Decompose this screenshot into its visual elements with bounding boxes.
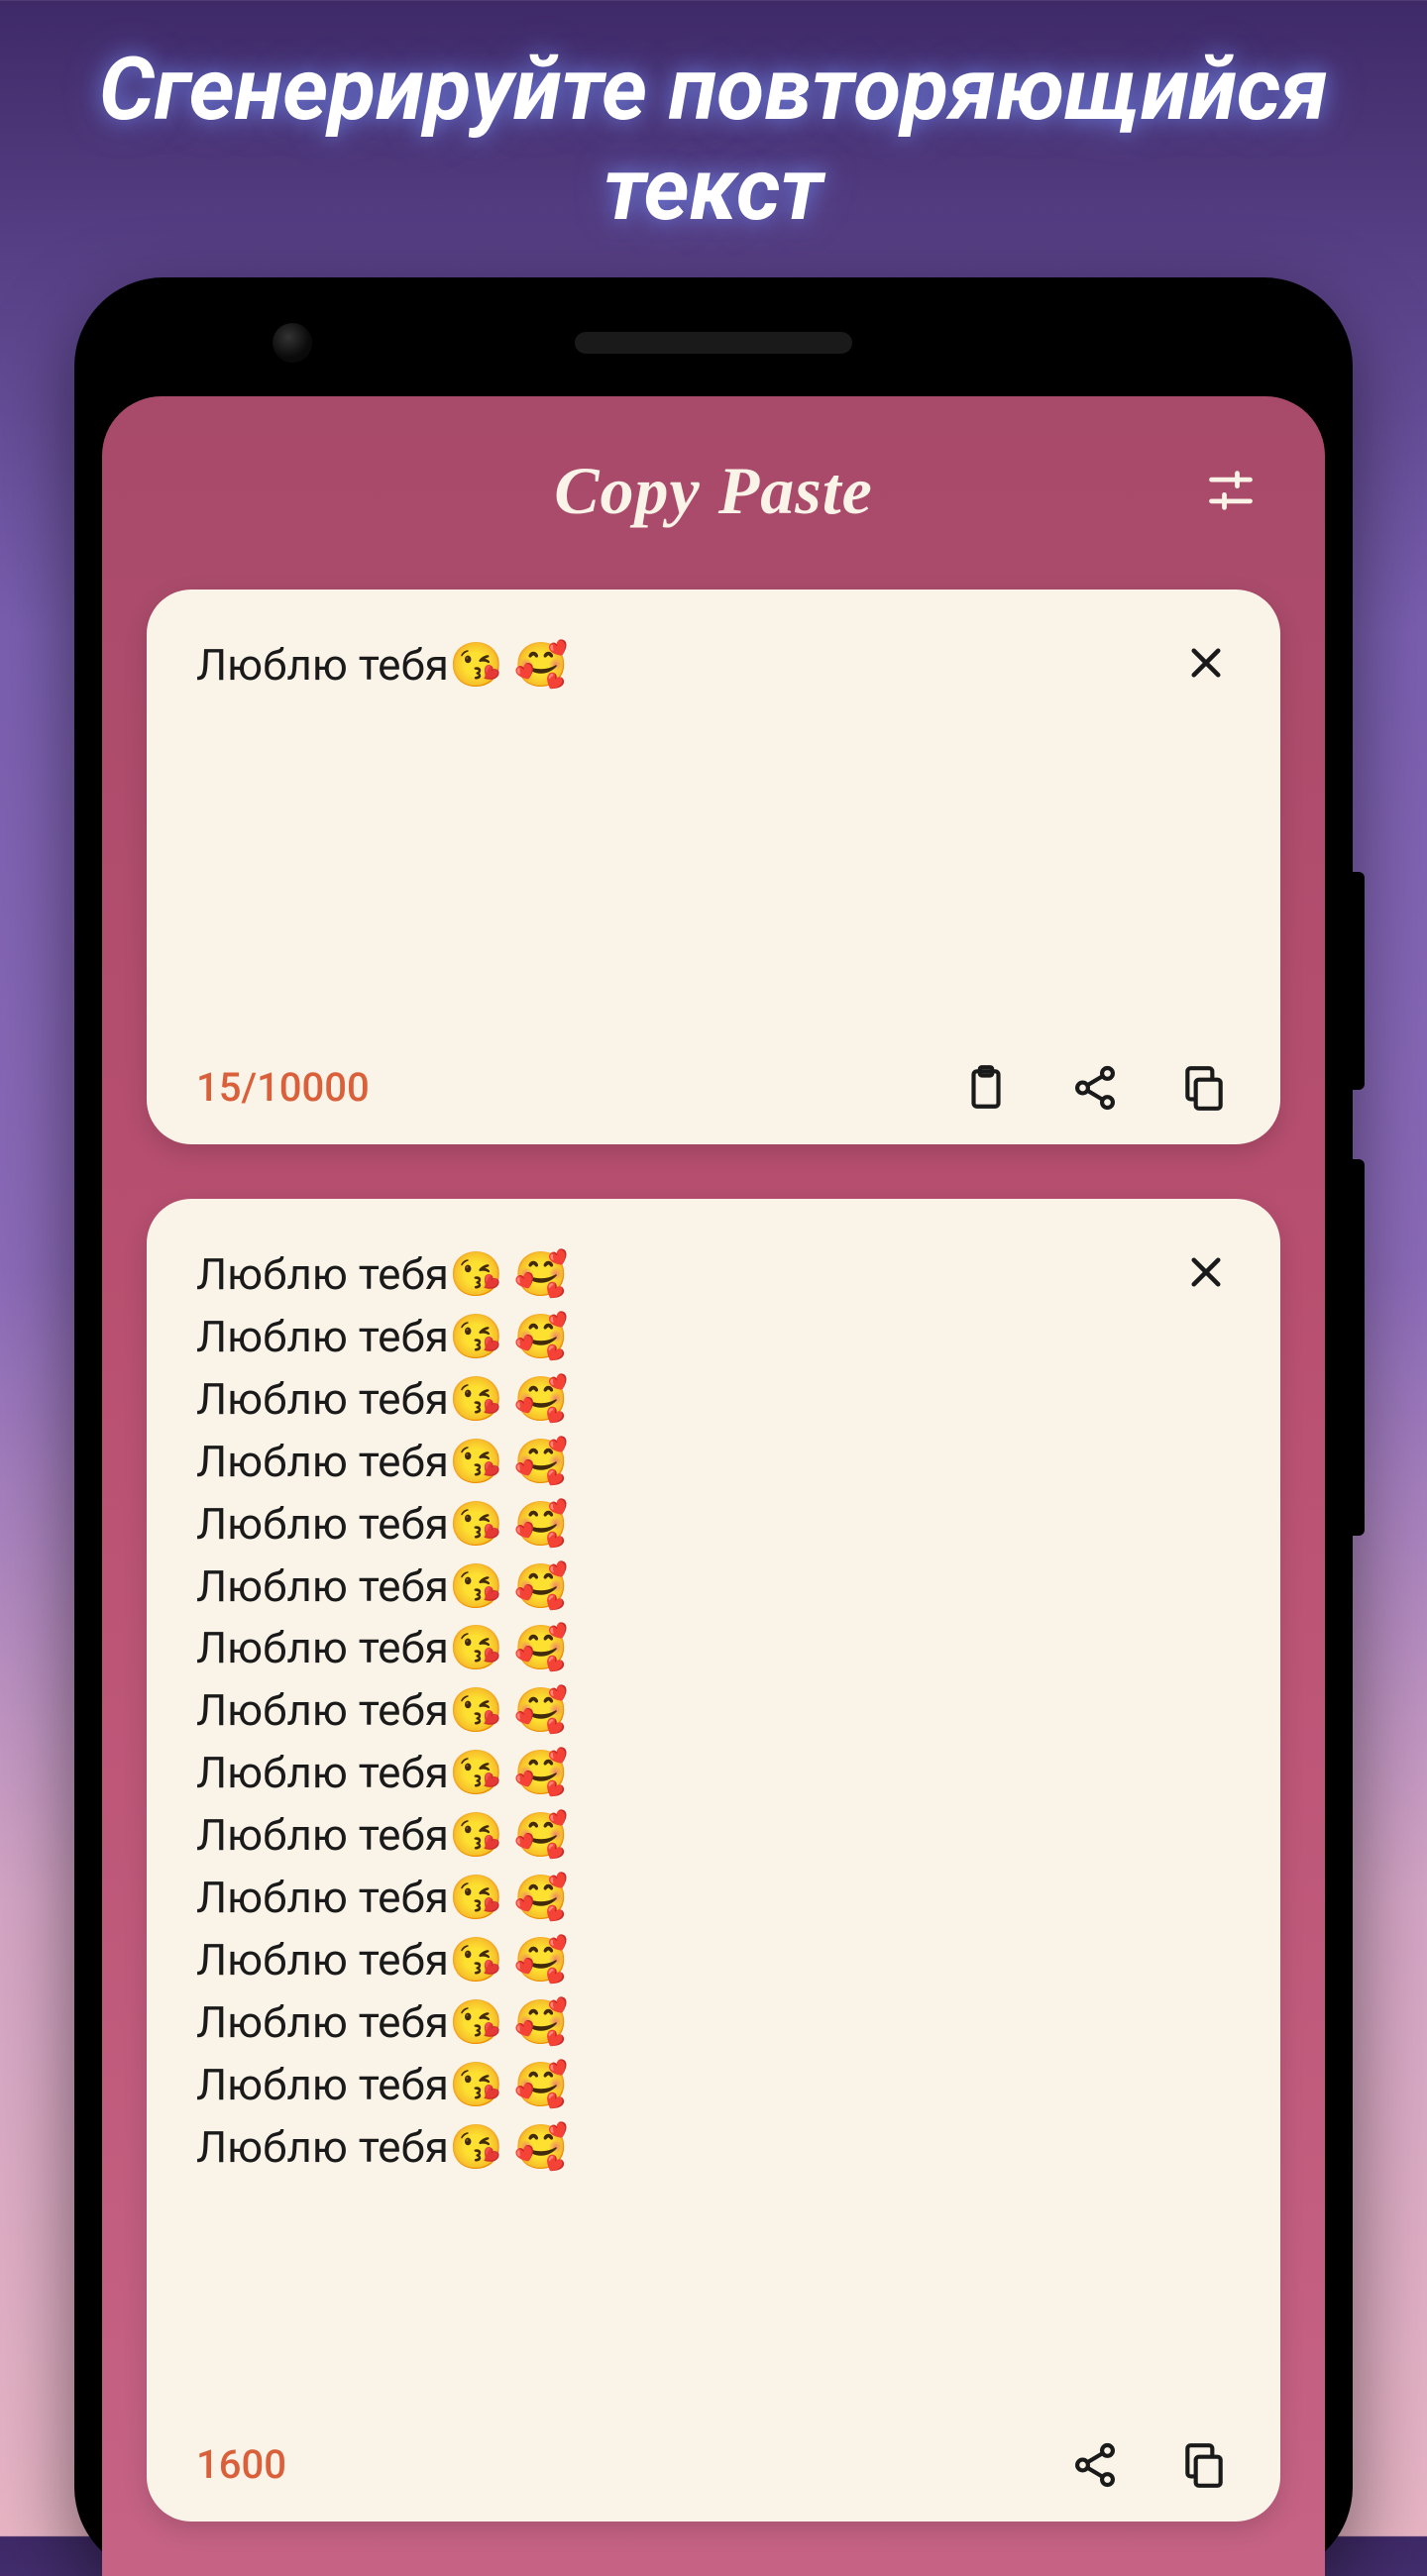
phone-side-button-2 <box>1353 1159 1365 1536</box>
close-icon <box>1185 642 1227 684</box>
sliders-icon <box>1205 465 1257 516</box>
output-line: Люблю тебя😘 🥰 <box>196 1493 1181 1556</box>
phone-speaker <box>575 332 852 354</box>
phone-frame: Copy Paste Люблю тебя😘 🥰 <box>74 277 1353 2576</box>
output-line: Люблю тебя😘 🥰 <box>196 1929 1181 1991</box>
paste-button[interactable] <box>958 1060 1013 1115</box>
app-title: Copy Paste <box>554 452 873 530</box>
clipboard-icon <box>961 1063 1011 1113</box>
promo-headline: Сгенерируйте повторяющийся текст <box>0 0 1427 269</box>
copy-icon <box>1179 1063 1229 1113</box>
output-char-counter: 1600 <box>196 2441 286 2488</box>
input-char-counter: 15/10000 <box>196 1064 370 1111</box>
output-line: Люблю тебя😘 🥰 <box>196 1306 1181 1368</box>
output-line: Люблю тебя😘 🥰 <box>196 1742 1181 1804</box>
output-line: Люблю тебя😘 🥰 <box>196 1243 1181 1306</box>
output-line: Люблю тебя😘 🥰 <box>196 1556 1181 1618</box>
copy-output-button[interactable] <box>1176 2437 1231 2492</box>
clear-output-button[interactable] <box>1181 1247 1231 1297</box>
close-icon <box>1185 1251 1227 1293</box>
clear-input-button[interactable] <box>1181 638 1231 688</box>
output-line: Люблю тебя😘 🥰 <box>196 1617 1181 1679</box>
share-icon <box>1070 2440 1120 2490</box>
copy-icon <box>1179 2440 1229 2490</box>
copy-input-button[interactable] <box>1176 1060 1231 1115</box>
output-line: Люблю тебя😘 🥰 <box>196 1679 1181 1742</box>
output-line: Люблю тебя😘 🥰 <box>196 1368 1181 1431</box>
output-line: Люблю тебя😘 🥰 <box>196 1431 1181 1493</box>
phone-top-bar <box>74 332 1353 354</box>
output-card: Люблю тебя😘 🥰Люблю тебя😘 🥰Люблю тебя😘 🥰Л… <box>147 1199 1280 2522</box>
input-card: Люблю тебя😘 🥰 15/10000 <box>147 590 1280 1144</box>
output-line: Люблю тебя😘 🥰 <box>196 1804 1181 1867</box>
input-text[interactable]: Люблю тебя😘 🥰 <box>196 634 1181 697</box>
output-line: Люблю тебя😘 🥰 <box>196 2054 1181 2116</box>
output-line: Люблю тебя😘 🥰 <box>196 1991 1181 2054</box>
settings-button[interactable] <box>1201 461 1261 520</box>
app-screen: Copy Paste Люблю тебя😘 🥰 <box>102 396 1325 2576</box>
output-line: Люблю тебя😘 🥰 <box>196 1867 1181 1929</box>
share-icon <box>1070 1063 1120 1113</box>
share-output-button[interactable] <box>1067 2437 1122 2492</box>
phone-side-button-1 <box>1353 872 1365 1090</box>
output-text[interactable]: Люблю тебя😘 🥰Люблю тебя😘 🥰Люблю тебя😘 🥰Л… <box>196 1243 1181 2179</box>
output-line: Люблю тебя😘 🥰 <box>196 2116 1181 2179</box>
share-input-button[interactable] <box>1067 1060 1122 1115</box>
app-header: Copy Paste <box>147 436 1280 545</box>
